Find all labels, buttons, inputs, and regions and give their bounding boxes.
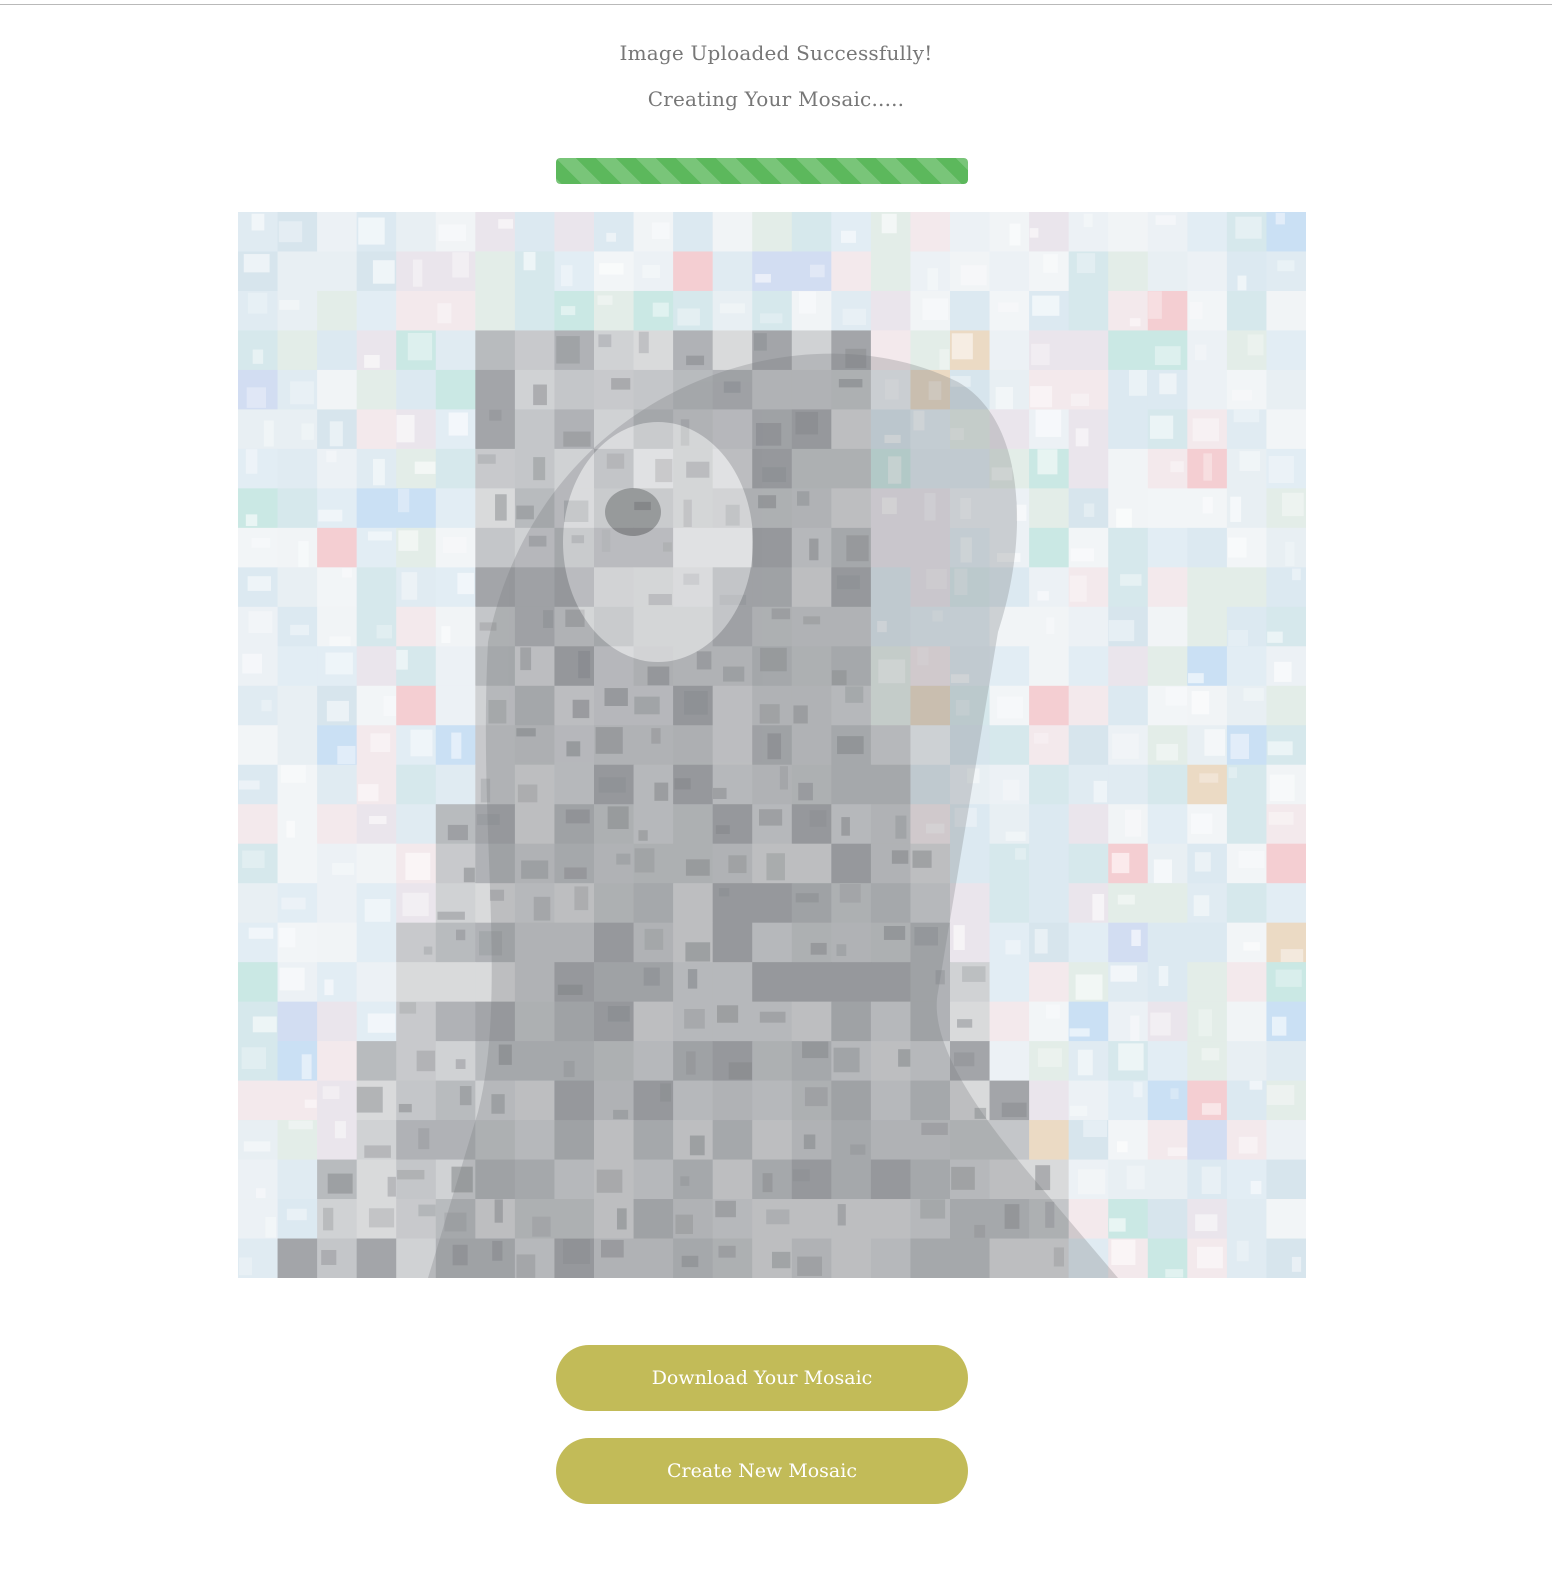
- progress-bar-fill: [556, 158, 968, 184]
- creating-mosaic-message: Creating Your Mosaic.....: [647, 87, 905, 111]
- upload-success-message: Image Uploaded Successfully!: [619, 41, 933, 65]
- top-divider: [0, 4, 1552, 5]
- create-new-mosaic-button[interactable]: Create New Mosaic: [556, 1438, 968, 1504]
- mosaic-image: [238, 212, 1306, 1278]
- download-mosaic-button[interactable]: Download Your Mosaic: [556, 1345, 968, 1411]
- mosaic-canvas: [238, 212, 1306, 1278]
- progress-bar: [556, 158, 968, 184]
